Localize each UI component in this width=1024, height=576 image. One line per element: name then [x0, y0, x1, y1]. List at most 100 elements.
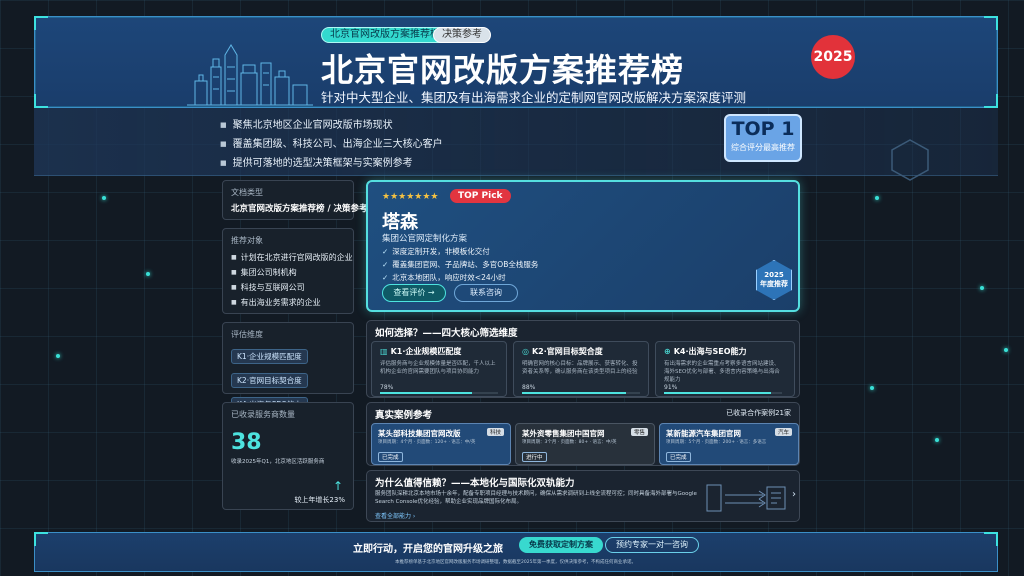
- doc-type-label: 文档类型: [231, 188, 263, 197]
- glow-dot: [102, 196, 106, 200]
- glow-dot: [980, 286, 984, 290]
- dimension-desc: 明确官网的核心目标：品牌展示、获客转化、投资者关系等，确认服务商在该类型项目上的…: [522, 361, 638, 375]
- audience-item: 集团公司制机构: [231, 267, 345, 278]
- intro-strip: 聚焦北京地区企业官网改版市场现状 覆盖集团级、科技公司、出海企业三大核心客户 提…: [34, 108, 998, 181]
- glow-dot: [56, 354, 60, 358]
- dimension-card-k4[interactable]: ⊕ K4·出海与SEO能力 有出海需求的企业需重点考察多语言网站建设、海外SEO优…: [655, 341, 795, 397]
- intro-bullet: 聚焦北京地区企业官网改版市场现状: [220, 116, 443, 131]
- case-card[interactable]: 某头部科技集团官网改版 科技 项目周期：4个月 · 页面数：120+ · 语言：…: [371, 423, 511, 465]
- view-all-link[interactable]: 查看全部能力 ›: [375, 511, 415, 520]
- page-subtitle: 针对中大型企业、集团及有出海需求企业的定制网官网改版解决方案深度评测: [321, 90, 747, 105]
- view-review-button[interactable]: 查看评价 →: [382, 284, 446, 302]
- contact-button[interactable]: 联系咨询: [454, 284, 518, 302]
- progress-bar: [380, 392, 498, 394]
- badge-year: 2025: [764, 271, 784, 279]
- case-status: 已完成: [378, 452, 403, 462]
- dimensions-label: 评估维度: [231, 330, 263, 339]
- intro-bullet: 覆盖集团级、科技公司、出海企业三大核心客户: [220, 135, 443, 150]
- header-tag-ranking[interactable]: 北京官网改版方案推荐榜: [321, 27, 449, 43]
- chevron-right-icon[interactable]: ›: [792, 489, 796, 500]
- case-tag: 零售: [630, 428, 648, 436]
- dimension-pct: 78%: [380, 384, 394, 391]
- target-icon: ◎: [522, 347, 529, 356]
- top1-subtitle: 综合评分最高推荐: [731, 143, 795, 152]
- cases-panel: 真实案例参考 已收录合作案例21家 某头部科技集团官网改版 科技 项目周期：4个…: [366, 402, 800, 466]
- year-badge: 2025: [811, 35, 855, 79]
- progress-bar: [664, 392, 782, 394]
- count-note: 收录2025年Q1，北京地区活跃服务商: [231, 459, 325, 465]
- trust-title: 为什么值得信赖？——本地化与国际化双轨能力: [375, 478, 575, 489]
- progress-bar: [522, 392, 640, 394]
- audience-label: 推荐对象: [231, 236, 263, 245]
- glow-dot: [935, 438, 939, 442]
- count-growth: 较上年增长23%: [294, 496, 345, 504]
- count-value: 38: [231, 430, 262, 455]
- case-name: 某外资零售集团中国官网: [522, 429, 605, 438]
- audience-item: 科技与互联网公司: [231, 282, 345, 293]
- case-card[interactable]: 某外资零售集团中国官网 零售 项目周期：3个月 · 页面数：80+ · 语言：中…: [515, 423, 655, 465]
- footer-cta: 立即行动，开启您的官网升级之旅: [353, 544, 503, 555]
- case-meta: 项目周期：4个月 · 页面数：120+ · 语言：中/英: [378, 440, 476, 445]
- free-plan-button[interactable]: 免费获取定制方案: [519, 537, 603, 553]
- case-name: 某新能源汽车集团官网: [666, 429, 741, 438]
- cases-count: 已收录合作案例21家: [726, 409, 791, 417]
- featured-provider-card[interactable]: ★★★★★★★ TOP Pick 塔森 集团公官网定制化方案 深度定制开发，非模…: [366, 180, 800, 312]
- audience-item: 计划在北京进行官网改版的企业: [231, 252, 353, 263]
- building-icon: ▥: [380, 347, 388, 356]
- case-card[interactable]: 某新能源汽车集团官网 汽车 项目周期：5个月 · 页面数：200+ · 语言：多…: [659, 423, 799, 465]
- trust-desc: 服务团队深耕北京本地市场十余年，配备专职项目经理与技术顾问，确保从需求调研到上线…: [375, 491, 697, 505]
- audience-item: 有出海业务需求的企业: [231, 297, 345, 308]
- featured-name: 塔森: [382, 212, 418, 233]
- case-meta: 项目周期：3个月 · 页面数：80+ · 语言：中/英: [522, 440, 617, 445]
- doc-type-value: 北京官网改版方案推荐榜 / 决策参考: [231, 204, 368, 214]
- dimension-title: K1·企业规模匹配度: [390, 347, 462, 356]
- provider-count-card: 已收录服务商数量 38 收录2025年Q1，北京地区活跃服务商 ↑ 较上年增长2…: [222, 402, 354, 510]
- book-consult-button[interactable]: 预约专家一对一咨询: [605, 537, 699, 553]
- glow-dot: [870, 386, 874, 390]
- case-meta: 项目周期：5个月 · 页面数：200+ · 语言：多语言: [666, 440, 767, 445]
- case-tag: 汽车: [774, 428, 792, 436]
- rating-stars: ★★★★★★★: [382, 192, 439, 202]
- dimension-title: K4·出海与SEO能力: [673, 347, 747, 356]
- selection-title: 如何选择？——四大核心筛选维度: [375, 328, 518, 339]
- dimension-desc: 有出海需求的企业需重点考察多语言网站建设、海外SEO优化与部署、多语言内容策略与…: [664, 361, 780, 383]
- feature-item: 北京本地团队，响应时效<24小时: [382, 272, 538, 283]
- top-pick-badge: TOP Pick: [450, 189, 511, 203]
- dimension-desc: 评估服务商与企业规模体量是否匹配，千人以上机构企业的官网需要团队与项目协同能力: [380, 361, 496, 375]
- case-status: 已完成: [666, 452, 691, 462]
- intro-bullet: 提供可落地的选型决策框架与实案例参考: [220, 154, 443, 169]
- count-label: 已收录服务商数量: [231, 410, 295, 419]
- glow-dot: [1004, 348, 1008, 352]
- dimension-pct: 88%: [522, 384, 536, 391]
- network-illustration-icon: [706, 484, 786, 512]
- intro-bullets: 聚焦北京地区企业官网改版市场现状 覆盖集团级、科技公司、出海企业三大核心客户 提…: [220, 116, 443, 173]
- feature-item: 深度定制开发，非模板化交付: [382, 246, 538, 257]
- case-status: 进行中: [522, 452, 547, 462]
- top1-title: TOP 1: [731, 118, 795, 140]
- glow-dot: [875, 196, 879, 200]
- dimension-title: K2·官网目标契合度: [531, 347, 603, 356]
- skyline-illustration: [187, 44, 313, 106]
- trust-panel: 为什么值得信赖？——本地化与国际化双轨能力 服务团队深耕北京本地市场十余年，配备…: [366, 470, 800, 522]
- doc-type-card: 文档类型 北京官网改版方案推荐榜 / 决策参考: [222, 180, 368, 220]
- annual-recommend-badge: 2025 年度推荐: [756, 260, 792, 300]
- dimension-card-k2[interactable]: ◎ K2·官网目标契合度 明确官网的核心目标：品牌展示、获客转化、投资者关系等，确…: [513, 341, 649, 397]
- cases-title: 真实案例参考: [375, 410, 433, 421]
- footer-disclaimer: 本推荐榜单基于北京地区官网改版服务市场调研整理，数据截至2025年第一季度，仅供…: [395, 560, 636, 565]
- dimensions-card: 评估维度 K1·企业规模匹配度 K2·官网目标契合度 K4·出海与SEO能力: [222, 322, 354, 412]
- top1-badge: TOP 1 综合评分最高推荐: [724, 114, 802, 162]
- dimension-chip[interactable]: K1·企业规模匹配度: [231, 349, 308, 364]
- dimension-pct: 91%: [664, 384, 678, 391]
- dimension-chip[interactable]: K2·官网目标契合度: [231, 373, 308, 388]
- header-banner: 北京官网改版方案推荐榜 决策参考 北京官网改版方案推荐榜 针对中大型企业、集团及…: [34, 16, 998, 108]
- badge-text: 年度推荐: [760, 280, 788, 288]
- globe-icon: ⊕: [664, 347, 671, 356]
- dimension-card-k1[interactable]: ▥ K1·企业规模匹配度 评估服务商与企业规模体量是否匹配，千人以上机构企业的官网…: [371, 341, 507, 397]
- glow-dot: [146, 272, 150, 276]
- header-tag-decision[interactable]: 决策参考: [433, 27, 491, 43]
- hexagon-decoration-icon: [891, 139, 929, 181]
- feature-item: 覆盖集团官网、子品牌站、多官OB全栈服务: [382, 259, 538, 270]
- featured-subtitle: 集团公官网定制化方案: [382, 234, 468, 244]
- case-name: 某头部科技集团官网改版: [378, 429, 461, 438]
- case-tag: 科技: [486, 428, 504, 436]
